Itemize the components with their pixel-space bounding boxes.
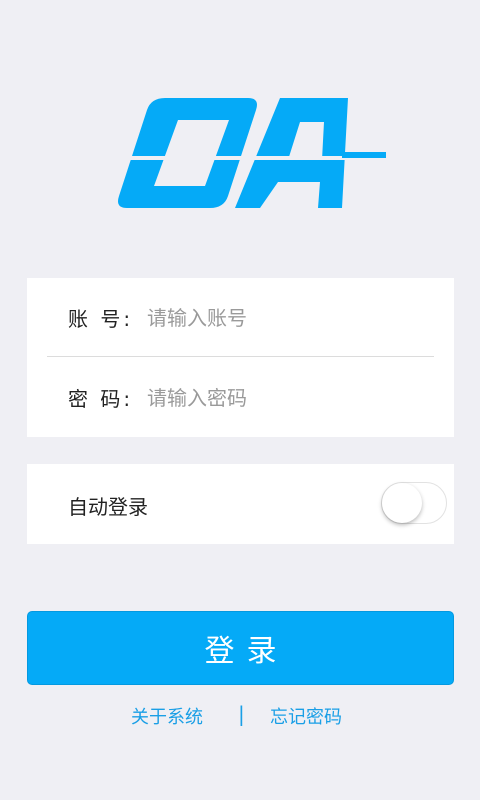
logo-cut-line — [130, 156, 346, 160]
account-input[interactable] — [145, 296, 444, 339]
logo-dash — [342, 152, 386, 158]
auto-login-card: 自动登录 — [27, 464, 454, 544]
about-system-link[interactable]: 关于系统 — [131, 703, 203, 729]
auto-login-toggle[interactable] — [381, 482, 447, 524]
toggle-knob — [382, 483, 422, 523]
password-row: 密 码: — [27, 358, 454, 437]
footer-links: 关于系统 | 忘记密码 — [0, 700, 480, 730]
password-input[interactable] — [145, 376, 444, 419]
link-separator: | — [238, 702, 245, 726]
auto-login-label: 自动登录 — [68, 495, 148, 519]
account-row: 账 号: — [27, 278, 454, 357]
login-button[interactable]: 登录 — [27, 611, 454, 685]
login-form-card: 账 号: 密 码: — [27, 278, 454, 437]
form-divider — [47, 356, 434, 357]
forgot-password-link[interactable]: 忘记密码 — [270, 703, 342, 729]
account-label: 账 号: — [68, 307, 134, 331]
logo-letter-o — [118, 98, 257, 208]
password-label: 密 码: — [68, 387, 134, 411]
oa-logo — [118, 98, 386, 208]
